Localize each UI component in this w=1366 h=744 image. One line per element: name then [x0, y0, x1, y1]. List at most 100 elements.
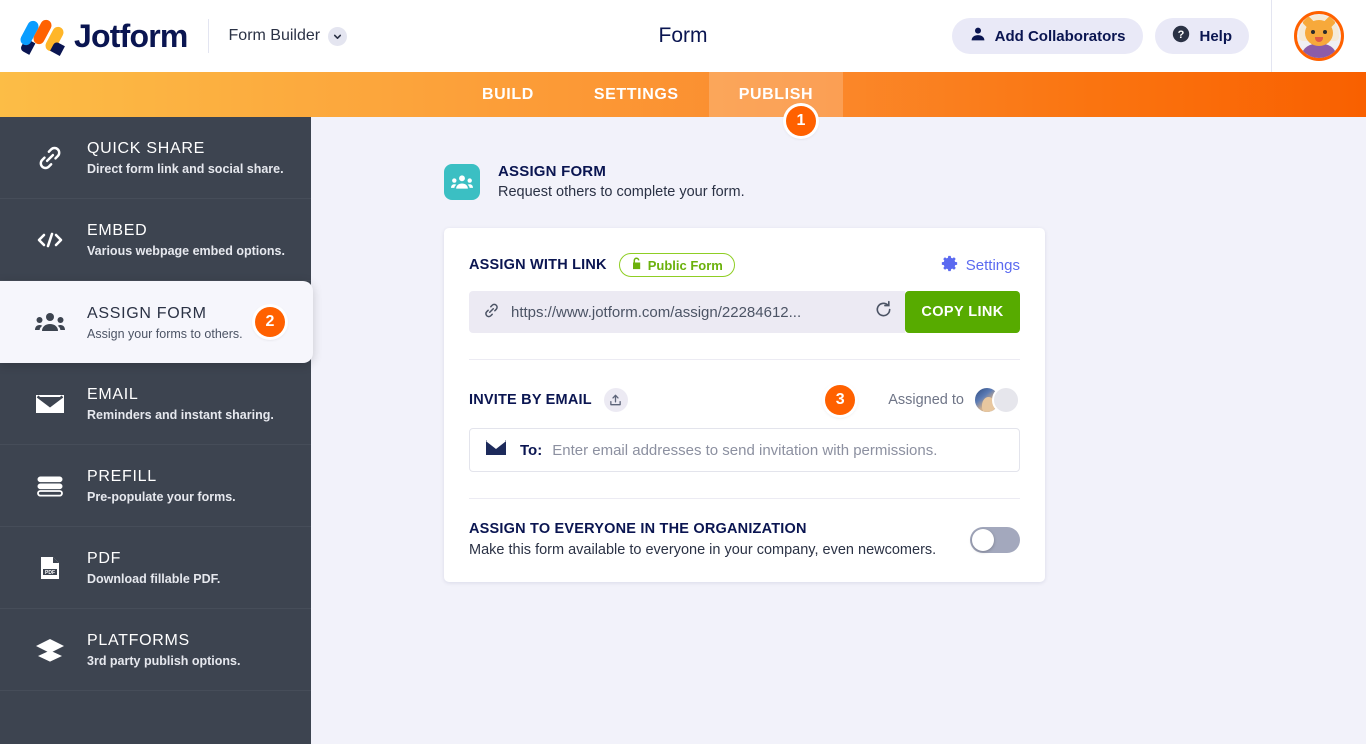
sidebar-item-email[interactable]: EMAIL Reminders and instant sharing.	[0, 363, 311, 445]
sidebar-text-email: EMAIL Reminders and instant sharing.	[87, 385, 274, 422]
assign-everyone-title: ASSIGN TO EVERYONE IN THE ORGANIZATION	[469, 521, 807, 537]
help-label: Help	[1199, 27, 1232, 45]
tab-settings[interactable]: SETTINGS	[564, 72, 709, 117]
envelope-icon	[486, 439, 506, 460]
gear-icon	[941, 255, 958, 276]
svg-text:?: ?	[1178, 29, 1185, 41]
section-title: ASSIGN FORM	[498, 163, 607, 180]
people-group-icon	[444, 163, 480, 200]
sidebar-item-prefill[interactable]: PREFILL Pre-populate your forms.	[0, 445, 311, 527]
settings-label: Settings	[965, 256, 1020, 274]
sidebar-text-assign-form: ASSIGN FORM Assign your forms to others.	[87, 304, 243, 341]
sidebar-title-assign-form: ASSIGN FORM	[87, 304, 207, 322]
assign-link-input[interactable]: https://www.jotform.com/assign/22284612.…	[469, 291, 861, 333]
visibility-badge-label: Public Form	[647, 257, 723, 273]
layers-icon	[30, 637, 70, 663]
svg-text:PDF: PDF	[45, 570, 55, 576]
assign-link-value: https://www.jotform.com/assign/22284612.…	[511, 303, 802, 321]
sidebar-item-pdf[interactable]: PDF PDF Download fillable PDF.	[0, 527, 311, 609]
assignee-avatar-2[interactable]	[992, 386, 1020, 414]
visibility-badge[interactable]: Public Form	[618, 253, 735, 277]
step-badge-2: 2	[255, 307, 285, 337]
assignee-avatars	[973, 386, 1020, 414]
copy-link-button[interactable]: COPY LINK	[905, 291, 1020, 333]
assigned-to-group: 3 Assigned to	[825, 385, 1020, 415]
envelope-icon	[30, 392, 70, 416]
section-text: ASSIGN FORM Request others to complete y…	[498, 163, 745, 200]
assign-everyone-desc: Make this form available to everyone in …	[469, 542, 937, 558]
sidebar-title-embed: EMBED	[87, 222, 148, 239]
tab-publish[interactable]: PUBLISH	[708, 72, 844, 117]
sliders-icon	[30, 474, 70, 498]
link-icon	[30, 144, 70, 172]
help-button[interactable]: ? Help	[1155, 18, 1249, 54]
sidebar-text-prefill: PREFILL Pre-populate your forms.	[87, 467, 236, 504]
brand-area: Jotform Form Builder	[0, 0, 348, 72]
assign-everyone-row: ASSIGN TO EVERYONE IN THE ORGANIZATION M…	[469, 499, 1020, 582]
sidebar-item-embed[interactable]: EMBED Various webpage embed options.	[0, 199, 311, 281]
publish-sidebar: QUICK SHARE Direct form link and social …	[0, 117, 313, 744]
main-content: ASSIGN FORM Request others to complete y…	[311, 117, 1366, 744]
section-header: ASSIGN FORM Request others to complete y…	[444, 163, 1366, 200]
invite-email-placeholder: Enter email addresses to send invitation…	[552, 441, 938, 459]
publish-navbar: BUILD SETTINGS PUBLISH 1	[0, 72, 1366, 136]
sidebar-title-prefill: PREFILL	[87, 468, 157, 485]
logo-wordmark[interactable]: Jotform	[74, 18, 188, 55]
tab-build[interactable]: BUILD	[452, 72, 564, 117]
tab-build-label: BUILD	[482, 85, 534, 103]
invite-email-input[interactable]: To: Enter email addresses to send invita…	[469, 428, 1020, 472]
share-upload-icon[interactable]	[603, 388, 628, 412]
pdf-file-icon: PDF	[30, 555, 70, 581]
unlock-icon	[631, 257, 642, 273]
tab-publish-label: PUBLISH	[738, 85, 814, 103]
assign-with-link-header: ASSIGN WITH LINK Public Form Settings	[469, 253, 1020, 277]
card-divider-1	[469, 359, 1020, 360]
header-actions: Add Collaborators ? Help	[951, 0, 1366, 72]
sidebar-text-quick-share: QUICK SHARE Direct form link and social …	[87, 139, 284, 176]
assign-everyone-text: ASSIGN TO EVERYONE IN THE ORGANIZATION M…	[469, 521, 936, 558]
add-collaborators-button[interactable]: Add Collaborators	[951, 18, 1144, 54]
copy-link-label: COPY LINK	[921, 304, 1004, 320]
sidebar-text-embed: EMBED Various webpage embed options.	[87, 221, 285, 258]
sidebar-text-platforms: PLATFORMS 3rd party publish options.	[87, 631, 240, 668]
sidebar-title-email: EMAIL	[87, 386, 139, 403]
tab-settings-label: SETTINGS	[593, 85, 679, 103]
sidebar-item-platforms[interactable]: PLATFORMS 3rd party publish options.	[0, 609, 311, 691]
toggle-knob	[972, 528, 994, 551]
sidebar-item-assign-form[interactable]: ASSIGN FORM Assign your forms to others.…	[0, 281, 313, 363]
jotform-logo-icon[interactable]	[18, 17, 66, 56]
link-settings-button[interactable]: Settings	[941, 255, 1020, 276]
to-label: To:	[520, 441, 543, 459]
sidebar-text-pdf: PDF Download fillable PDF.	[87, 549, 220, 586]
assign-everyone-toggle[interactable]	[970, 526, 1020, 553]
invite-by-email-label: INVITE BY EMAIL	[469, 392, 592, 408]
product-menu[interactable]: Form Builder	[228, 26, 348, 46]
sidebar-title-pdf: PDF	[87, 550, 122, 567]
chain-link-icon	[483, 302, 500, 323]
sidebar-title-quick-share: QUICK SHARE	[87, 140, 205, 157]
sidebar-desc-embed: Various webpage embed options.	[87, 244, 285, 258]
avatar-collar	[1301, 44, 1337, 58]
chevron-down-icon[interactable]	[328, 26, 348, 46]
add-collaborators-label: Add Collaborators	[994, 27, 1126, 45]
sidebar-desc-email: Reminders and instant sharing.	[87, 408, 274, 422]
avatar-eye-left	[1311, 30, 1315, 34]
section-desc: Request others to complete your form.	[498, 184, 745, 200]
sidebar-title-platforms: PLATFORMS	[87, 632, 190, 649]
avatar-eye-right	[1323, 30, 1327, 34]
nav-tab-list: BUILD SETTINGS PUBLISH	[452, 72, 844, 117]
person-icon	[970, 26, 986, 46]
sidebar-desc-prefill: Pre-populate your forms.	[87, 490, 236, 504]
regenerate-link-button[interactable]	[861, 291, 905, 333]
user-avatar[interactable]	[1294, 11, 1344, 61]
people-group-icon	[30, 310, 70, 334]
step-badge-1: 1	[786, 106, 816, 136]
product-menu-label: Form Builder	[228, 27, 321, 44]
avatar-face	[1305, 20, 1333, 46]
invite-by-email-header: INVITE BY EMAIL 3 Assigned to	[469, 385, 1020, 415]
sidebar-desc-assign-form: Assign your forms to others.	[87, 326, 243, 341]
step-badge-3: 3	[825, 385, 856, 415]
assign-form-card: ASSIGN WITH LINK Public Form Settings ht…	[444, 228, 1045, 582]
app-header: Jotform Form Builder Form Add Collaborat…	[0, 0, 1366, 72]
sidebar-item-quick-share[interactable]: QUICK SHARE Direct form link and social …	[0, 117, 311, 199]
